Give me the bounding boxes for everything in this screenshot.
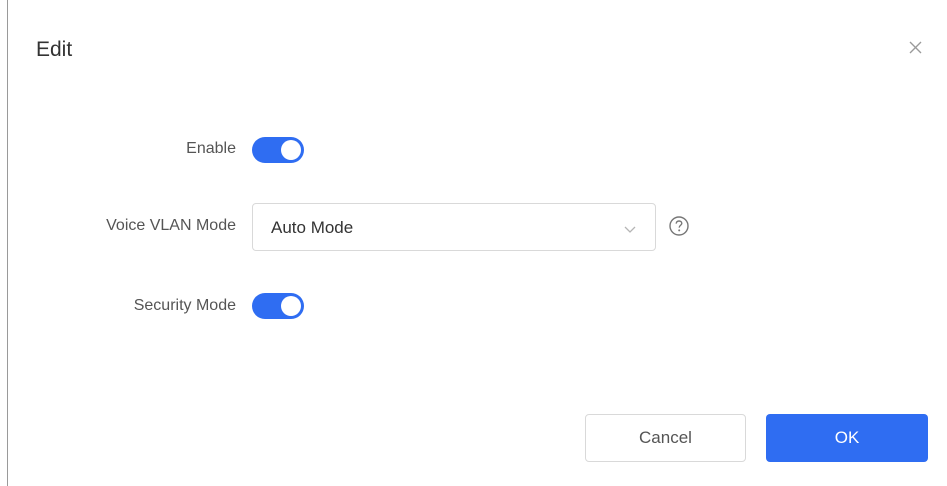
voice-vlan-mode-value: Auto Mode	[271, 218, 354, 237]
cancel-button[interactable]: Cancel	[585, 414, 746, 462]
ok-button[interactable]: OK	[766, 414, 928, 462]
help-circle-icon[interactable]	[668, 215, 690, 237]
enable-label: Enable	[186, 140, 236, 157]
dialog-edge-divider	[7, 0, 8, 486]
voice-vlan-mode-select[interactable]: Auto Mode	[252, 203, 656, 251]
security-mode-label: Security Mode	[133, 297, 236, 314]
toggle-knob	[281, 296, 301, 316]
security-mode-toggle[interactable]	[252, 293, 304, 319]
edit-dialog: Edit Enable Voice VLAN Mode Auto Mode Se…	[0, 0, 947, 486]
chevron-down-icon	[623, 222, 637, 240]
close-icon[interactable]	[904, 36, 928, 60]
toggle-knob	[281, 140, 301, 160]
enable-toggle[interactable]	[252, 137, 304, 163]
voice-vlan-mode-label: Voice VLAN Mode	[106, 217, 236, 234]
dialog-title: Edit	[36, 38, 73, 61]
